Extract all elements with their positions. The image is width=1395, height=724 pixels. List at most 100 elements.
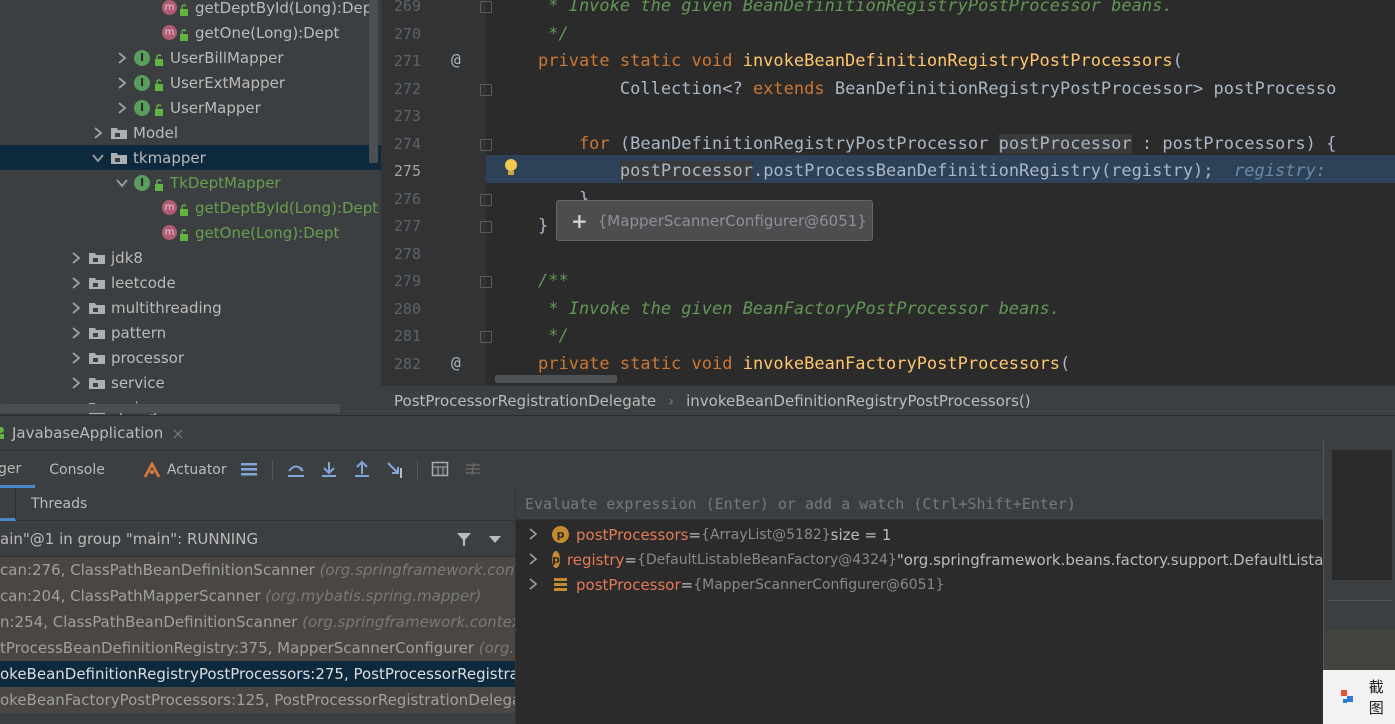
fold-marker-icon[interactable] [480, 1, 492, 13]
tree-folder-item[interactable]: leetcode [0, 270, 381, 295]
code-line[interactable]: * Invoke the given BeanDefinitionRegistr… [538, 0, 1172, 20]
code-line[interactable]: private static void invokeBeanFactoryPos… [538, 351, 1070, 378]
chevron-down-icon[interactable] [116, 176, 128, 190]
tab-actuator[interactable]: Actuator [143, 460, 227, 479]
chevron-right-icon[interactable] [92, 126, 104, 140]
show-frames-menu-icon[interactable] [240, 460, 260, 480]
override-marker-icon[interactable]: @ [451, 353, 461, 372]
variable-row[interactable]: p postProcessors = {ArrayList@5182} size … [516, 522, 1323, 547]
line-number[interactable]: 276 [381, 186, 421, 213]
tree-method-item[interactable]: m getOne(Long):Dept [0, 220, 381, 245]
code-line[interactable]: */ [538, 21, 568, 48]
line-number[interactable]: 279 [381, 268, 421, 295]
tree-folder-item[interactable]: Model [0, 120, 381, 145]
run-to-cursor-icon[interactable] [385, 460, 405, 480]
tree-method-item[interactable]: m getDeptById(Long):Dept [0, 195, 381, 220]
tree-interface-item[interactable]: I TkDeptMapper [0, 170, 381, 195]
tree-interface-item[interactable]: I UserExtMapper [0, 70, 381, 95]
tree-folder-item[interactable]: pattern [0, 320, 381, 345]
tab-console[interactable]: Console [49, 462, 105, 478]
run-tab-label[interactable]: JavabaseApplication [12, 424, 163, 442]
close-icon[interactable]: × [171, 424, 184, 443]
line-number[interactable]: 270 [381, 21, 421, 48]
lightbulb-icon[interactable] [504, 158, 518, 178]
evaluate-expression-icon[interactable] [431, 460, 451, 480]
chevron-right-icon[interactable] [70, 301, 82, 315]
chevron-right-icon[interactable] [116, 101, 128, 115]
tree-interface-item[interactable]: I UserMapper [0, 95, 381, 120]
stack-frame[interactable]: okeBeanDefinitionRegistryPostProcessors:… [0, 661, 515, 687]
breadcrumb-method[interactable]: invokeBeanDefinitionRegistryPostProcesso… [686, 392, 1031, 410]
stack-frame[interactable]: can:204, ClassPathMapperScanner (org.myb… [0, 583, 515, 609]
tab-threads[interactable]: Threads [31, 496, 87, 512]
expand-plus-icon[interactable]: + [571, 209, 588, 233]
line-number[interactable]: 274 [381, 131, 421, 158]
code-line[interactable]: postProcessor.postProcessBeanDefinitionR… [538, 158, 1326, 185]
code-line[interactable]: * Invoke the given BeanFactoryPostProces… [538, 296, 1060, 323]
breadcrumb-class[interactable]: PostProcessorRegistrationDelegate [394, 392, 656, 410]
editor-horizontal-scrollbar[interactable] [495, 375, 617, 383]
step-into-icon[interactable] [319, 460, 339, 480]
code-line[interactable]: } [538, 213, 548, 240]
line-number[interactable]: 278 [381, 241, 421, 268]
stack-frame[interactable]: can:276, ClassPathBeanDefinitionScanner … [0, 557, 515, 583]
stack-frame[interactable]: okeBeanFactoryPostProcessors:125, PostPr… [0, 687, 515, 713]
code-line[interactable]: */ [538, 323, 568, 350]
code-line[interactable]: Collection<? extends BeanDefinitionRegis… [538, 76, 1336, 103]
tree-method-item[interactable]: m getDeptById(Long):Dept [0, 0, 381, 20]
line-number[interactable]: 281 [381, 323, 421, 350]
fold-marker-icon[interactable] [480, 221, 492, 233]
line-number[interactable]: 280 [381, 296, 421, 323]
trace-stream-icon[interactable] [464, 460, 484, 480]
tree-folder-item[interactable]: jdk8 [0, 245, 381, 270]
fold-marker-icon[interactable] [480, 83, 492, 96]
fold-marker-icon[interactable] [480, 193, 492, 206]
fold-marker-icon[interactable] [480, 138, 492, 151]
step-over-icon[interactable] [286, 460, 306, 480]
variable-row[interactable]: postProcessor = {MapperScannerConfigurer… [516, 572, 1323, 597]
code-line[interactable]: private static void invokeBeanDefinition… [538, 48, 1183, 75]
line-number[interactable]: 277 [381, 213, 421, 240]
chevron-right-icon[interactable] [528, 551, 538, 569]
line-number[interactable]: 273 [381, 103, 421, 130]
chevron-right-icon[interactable] [70, 376, 82, 390]
tab-debugger[interactable]: ger [0, 452, 36, 488]
chevron-right-icon[interactable] [528, 576, 538, 594]
chevron-right-icon[interactable] [70, 351, 82, 365]
tree-vertical-scrollbar[interactable] [369, 0, 378, 163]
override-marker-icon[interactable]: @ [451, 50, 461, 69]
evaluate-expression-input[interactable]: Evaluate expression (Enter) or add a wat… [516, 488, 1323, 520]
code-line[interactable]: for (BeanDefinitionRegistryPostProcessor… [538, 131, 1336, 158]
variable-row[interactable]: p registry = {DefaultListableBeanFactory@… [516, 547, 1323, 572]
tree-folder-item[interactable]: processor [0, 345, 381, 370]
chevron-down-icon[interactable] [92, 151, 104, 165]
chevron-right-icon[interactable] [70, 326, 82, 340]
code-editor[interactable]: 269 270 271 272 273 274 275 276 277 278 279 280 281 2… [381, 0, 1395, 385]
tree-method-item[interactable]: m getOne(Long):Dept [0, 20, 381, 45]
line-number[interactable]: 272 [381, 76, 421, 103]
tree-folder-item[interactable]: multithreading [0, 295, 381, 320]
chevron-right-icon[interactable] [70, 251, 82, 265]
chevron-right-icon[interactable] [116, 51, 128, 65]
fold-marker-icon[interactable] [480, 331, 492, 343]
line-number[interactable]: 269 [381, 0, 421, 20]
chevron-right-icon[interactable] [528, 526, 538, 544]
line-number[interactable]: 275 [381, 158, 421, 185]
chevron-down-icon[interactable] [489, 536, 501, 544]
thread-selector[interactable]: ain"@1 in group "main": RUNNING [0, 521, 515, 557]
tree-folder-item[interactable]: service [0, 370, 381, 395]
code-line[interactable]: /** [538, 268, 569, 295]
fold-marker-icon[interactable] [480, 276, 492, 288]
tree-folder-item[interactable]: tkmapper [0, 145, 381, 170]
line-number[interactable]: 282 [381, 351, 421, 378]
stack-frame[interactable]: n:254, ClassPathBeanDefinitionScanner (o… [0, 609, 515, 635]
step-out-icon[interactable] [352, 460, 372, 480]
tree-interface-item[interactable]: I UserBillMapper [0, 45, 381, 70]
stack-frame[interactable]: tProcessBeanDefinitionRegistry:375, Mapp… [0, 635, 515, 661]
filter-icon[interactable] [456, 531, 472, 547]
line-number[interactable]: 271 [381, 48, 421, 75]
inline-value-tooltip[interactable]: + {MapperScannerConfigurer@6051} [556, 200, 873, 241]
chevron-right-icon[interactable] [70, 276, 82, 290]
tree-horizontal-scrollbar[interactable] [0, 404, 340, 413]
chevron-right-icon[interactable] [116, 76, 128, 90]
